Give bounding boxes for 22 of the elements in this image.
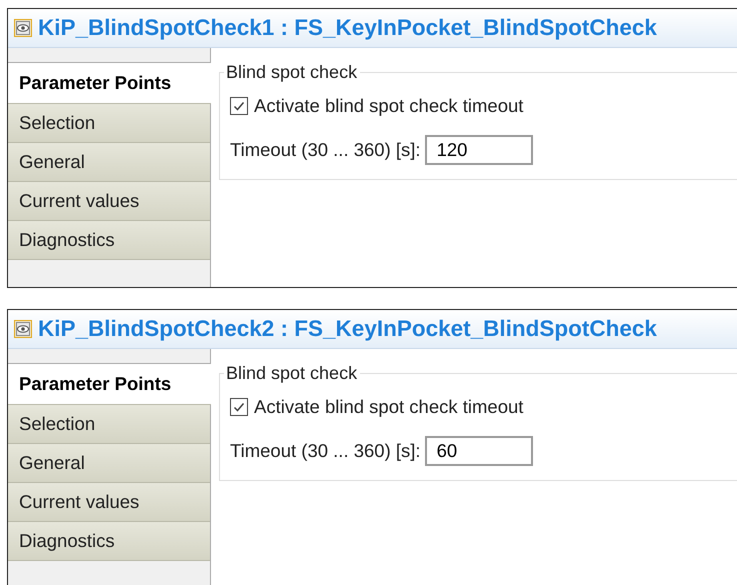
field-label: Timeout (30 ... 360) [s]: [230,440,421,462]
panel-title: KiP_BlindSpotCheck1 : FS_KeyInPocket_BlindSpotCheck [38,15,657,41]
sidebar-tab[interactable]: Parameter Points [8,63,211,104]
eye-icon [14,19,32,37]
timeout-field[interactable]: 60 [424,436,533,466]
checkmark-icon [232,99,246,113]
panel-title: KiP_BlindSpotCheck2 : FS_KeyInPocket_BlindSpotCheck [38,316,657,342]
checkbox-option[interactable]: Activate blind spot check timeout [230,95,737,117]
checkmark-icon [232,400,246,414]
sidebar-tab[interactable]: Diagnostics [8,221,210,260]
sidebar-tab[interactable]: Diagnostics [8,522,210,561]
field-label: Timeout (30 ... 360) [s]: [230,139,421,161]
sidebar-tab[interactable]: Selection [8,104,210,143]
sidebar-tab[interactable]: Selection [8,405,210,444]
timeout-field[interactable]: 120 [424,135,533,165]
sidebar-tab[interactable]: Current values [8,483,210,522]
sidebar-tab[interactable]: General [8,444,210,483]
eye-icon [14,320,32,338]
sidebar-tab[interactable]: General [8,143,210,182]
sidebar-tab[interactable]: Parameter Points [8,364,211,405]
checkbox-option[interactable]: Activate blind spot check timeout [230,396,737,418]
sidebar-tab[interactable]: Current values [8,182,210,221]
